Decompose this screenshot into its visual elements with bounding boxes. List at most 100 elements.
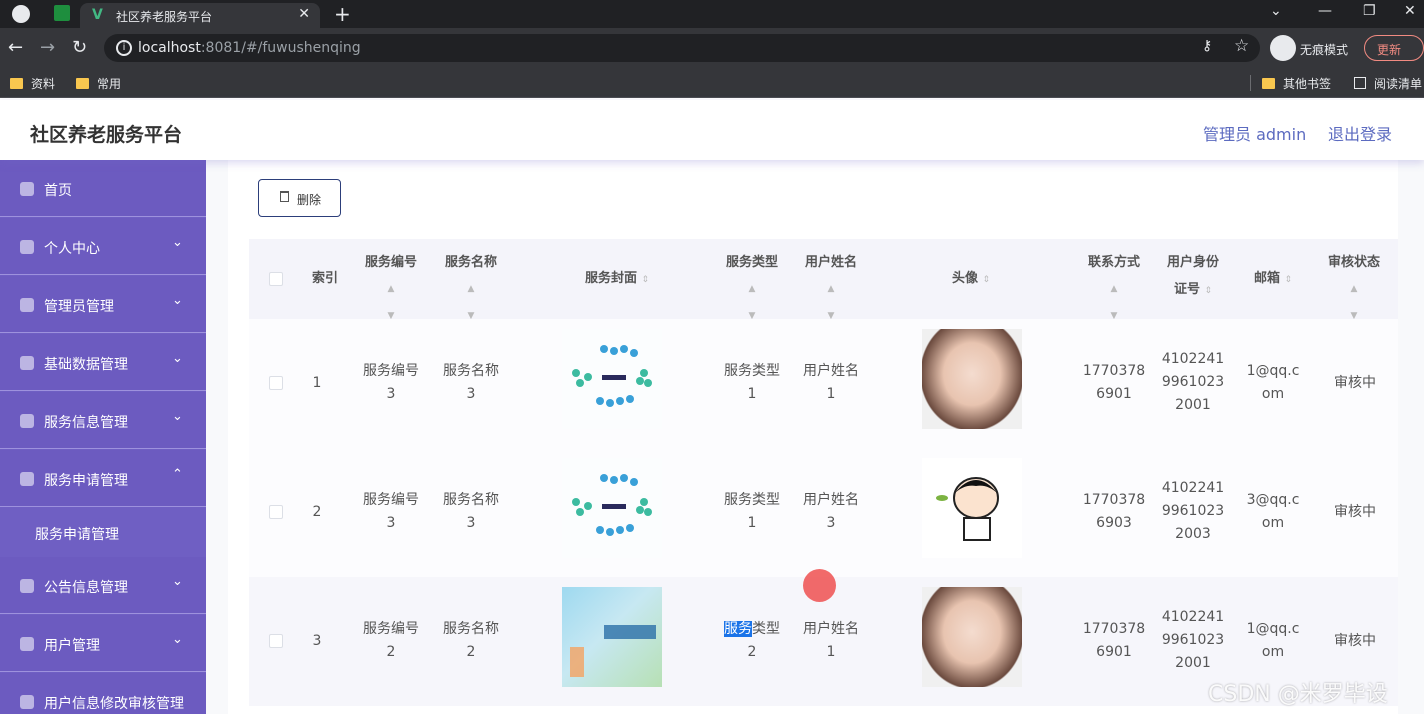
row-checkbox[interactable] [269, 376, 283, 390]
app-header: 社区养老服务平台 管理员 admin 退出登录 [0, 100, 1424, 160]
close-icon[interactable]: ✕ [298, 6, 310, 22]
cell-status: 审核中 [1334, 504, 1376, 520]
cell-service-type: 服务类型 1 [724, 492, 780, 531]
sort-icon: ⇕ [641, 275, 650, 285]
chevron-down-icon[interactable]: ⌄ [1270, 3, 1282, 19]
cell-email: 3@qq.c om [1246, 492, 1300, 531]
sort-icon: ⇕ [982, 275, 991, 285]
sidebar-item-base-data[interactable]: 基础数据管理 ⌄ [0, 334, 206, 391]
address-bar: ← → ↻ i localhost:8081/#/fuwushenqing ⚷ … [0, 28, 1424, 68]
other-bookmarks[interactable]: 其他书签 [1262, 75, 1331, 92]
th-email[interactable]: 邮箱 ⇕ [1239, 265, 1307, 294]
reload-icon[interactable]: ↻ [72, 37, 87, 58]
cell-id-card: 4102241 9961023 2003 [1161, 480, 1225, 542]
url-field[interactable]: i localhost:8081/#/fuwushenqing ⚷ ☆ [104, 34, 1260, 62]
browser-tab[interactable]: V 社区养老服务平台 ✕ [80, 3, 320, 28]
window-close-icon[interactable]: ✕ [1404, 3, 1416, 19]
service-cover-image [562, 458, 662, 558]
reading-list[interactable]: 阅读清单 [1354, 75, 1422, 92]
th-user-name[interactable]: 用户姓名 ▲ ▼ [797, 249, 865, 330]
sidebar-item-label: 公告信息管理 [44, 580, 128, 596]
new-tab-icon[interactable]: + [334, 2, 351, 26]
users-icon [20, 637, 34, 651]
sheet-tab-icon[interactable] [54, 5, 70, 21]
sort-icon: ⇕ [1204, 286, 1213, 296]
sidebar-item-label: 服务信息管理 [44, 415, 128, 431]
th-service-no[interactable]: 服务编号 ▲ ▼ [357, 249, 425, 330]
cell-service-type: 服务类型 1 [724, 363, 780, 402]
th-cover[interactable]: 服务封面 ⇕ [557, 265, 677, 294]
sidebar-item-label: 基础数据管理 [44, 357, 128, 373]
cell-status: 审核中 [1334, 375, 1376, 391]
table-header: 索引 服务编号 ▲ ▼ 服务名称 ▲ ▼ 服务封面 ⇕ 服务类型 ▲ ▼ 用户姓名 ▲ ▼ 头像… [249, 239, 1398, 321]
th-status[interactable]: 审核状态 ▲ ▼ [1319, 249, 1389, 330]
cell-id-card: 4102241 9961023 2001 [1161, 351, 1225, 413]
minimize-icon[interactable]: — [1318, 3, 1332, 19]
avatar-image [922, 587, 1022, 687]
cell-service-name: 服务名称 3 [443, 492, 499, 531]
data-table: 索引 服务编号 ▲ ▼ 服务名称 ▲ ▼ 服务封面 ⇕ 服务类型 ▲ ▼ 用户姓名 ▲ ▼ 头像… [249, 239, 1398, 714]
user-icon [20, 240, 34, 254]
sidebar-item-home[interactable]: 首页 [0, 160, 206, 217]
sidebar-item-users[interactable]: 用户管理 ⌄ [0, 615, 206, 672]
submenu-label: 服务申请管理 [35, 527, 119, 543]
admin-user[interactable]: 管理员 admin [1203, 121, 1306, 145]
sidebar-item-service-apply[interactable]: 服务申请管理 ⌃ [0, 450, 206, 507]
th-index: 索引 [311, 271, 338, 286]
divider [1250, 75, 1251, 91]
watermark: CSDN @米罗毕设 [1208, 682, 1388, 707]
cell-service-no: 服务编号 3 [363, 492, 419, 531]
apply-icon [20, 472, 34, 486]
sidebar-item-label: 首页 [44, 183, 72, 199]
table-row[interactable]: 1 服务编号 3 服务名称 3 服务类型 1 用户姓名 1 1770378 6901 41… [249, 319, 1398, 448]
chevron-down-icon: ⌄ [172, 293, 183, 308]
update-button[interactable]: 更新 [1364, 35, 1424, 61]
sidebar-item-label: 服务申请管理 [44, 473, 128, 489]
page-title: 社区养老服务平台 [30, 124, 183, 146]
restore-icon[interactable]: ❐ [1363, 3, 1376, 19]
chevron-down-icon: ⌄ [172, 574, 183, 589]
cell-contact: 1770378 6901 [1082, 621, 1146, 660]
logout-link[interactable]: 退出登录 [1328, 121, 1392, 145]
chevron-up-icon: ⌃ [172, 467, 183, 482]
forward-icon[interactable]: → [40, 37, 55, 58]
incognito-icon[interactable] [1270, 35, 1296, 61]
th-service-name[interactable]: 服务名称 ▲ ▼ [437, 249, 505, 330]
row-checkbox[interactable] [269, 634, 283, 648]
folder-icon [76, 78, 89, 89]
th-service-type[interactable]: 服务类型 ▲ ▼ [718, 249, 786, 330]
sidebar-item-notices[interactable]: 公告信息管理 ⌄ [0, 557, 206, 614]
cell-user-name: 用户姓名 3 [803, 492, 859, 531]
sidebar-item-service-info[interactable]: 服务信息管理 ⌄ [0, 392, 206, 449]
reading-list-icon [1354, 77, 1366, 89]
sidebar-item-user-review[interactable]: 用户信息修改审核管理 [0, 673, 206, 714]
admin-icon [20, 298, 34, 312]
info-icon[interactable]: i [116, 40, 132, 56]
sidebar-item-label: 用户信息修改审核管理 [44, 696, 184, 712]
sidebar-item-admins[interactable]: 管理员管理 ⌄ [0, 276, 206, 333]
bookmark-folder[interactable]: 资料 [10, 75, 55, 92]
trash-icon [280, 191, 289, 202]
key-icon[interactable]: ⚷ [1202, 38, 1212, 54]
th-id-card[interactable]: 用户身份 证号 ⇕ [1159, 249, 1227, 305]
sidebar-item-profile[interactable]: 个人中心 ⌄ [0, 218, 206, 275]
delete-button[interactable]: 删除 [258, 179, 341, 217]
service-cover-image [562, 587, 662, 687]
th-avatar[interactable]: 头像 ⇕ [921, 265, 1021, 294]
bookmark-folder[interactable]: 常用 [76, 75, 121, 92]
sidebar: 首页 个人中心 ⌄ 管理员管理 ⌄ 基础数据管理 ⌄ 服务信息管理 ⌄ 服务申请… [0, 160, 206, 714]
sort-icon: ⇕ [1284, 275, 1293, 285]
th-contact[interactable]: 联系方式 ▲ ▼ [1079, 249, 1149, 330]
row-checkbox[interactable] [269, 505, 283, 519]
back-icon[interactable]: ← [8, 37, 23, 58]
avatar-image [922, 329, 1022, 429]
avatar-image [922, 458, 1022, 558]
folder-icon [10, 78, 23, 89]
star-icon[interactable]: ☆ [1234, 36, 1249, 56]
globe-icon[interactable] [12, 5, 30, 23]
notice-icon [20, 579, 34, 593]
submenu-item-service-apply[interactable]: 服务申请管理 [0, 508, 206, 558]
table-row[interactable]: 2 服务编号 3 服务名称 3 服务类型 1 用户姓名 3 1770378 69… [249, 448, 1398, 577]
url-text: localhost:8081/#/fuwushenqing [138, 40, 361, 56]
select-all-checkbox[interactable] [269, 272, 283, 286]
